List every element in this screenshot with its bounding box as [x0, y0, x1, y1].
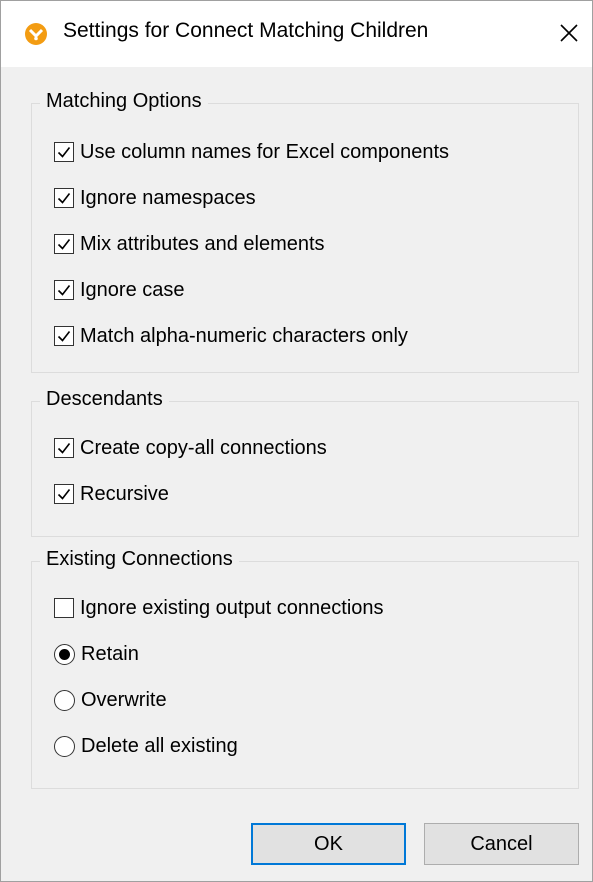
match-alphanumeric-option[interactable]: Match alpha-numeric characters only [54, 322, 408, 350]
close-button[interactable] [549, 9, 589, 57]
ignore-output-connections-checkbox[interactable] [54, 598, 74, 618]
existing-connections-legend: Existing Connections [40, 548, 239, 571]
existing-connections-group: Existing Connections Ignore existing out… [31, 548, 579, 789]
mix-attributes-label: Mix attributes and elements [80, 232, 325, 255]
checkmark-icon [57, 489, 71, 500]
matching-options-legend: Matching Options [40, 90, 208, 113]
ignore-output-connections-label: Ignore existing output connections [80, 596, 384, 619]
delete-all-existing-option[interactable]: Delete all existing [54, 732, 238, 760]
retain-radio[interactable] [54, 643, 75, 665]
checkmark-icon [57, 193, 71, 204]
recursive-label: Recursive [80, 482, 169, 505]
overwrite-label: Overwrite [81, 688, 167, 711]
ignore-case-label: Ignore case [80, 278, 185, 301]
window-title: Settings for Connect Matching Children [63, 19, 429, 42]
ignore-namespaces-checkbox[interactable] [54, 188, 74, 208]
recursive-option[interactable]: Recursive [54, 480, 169, 508]
retain-option[interactable]: Retain [54, 640, 139, 668]
checkmark-icon [57, 147, 71, 158]
close-icon [560, 24, 578, 42]
retain-label: Retain [81, 642, 139, 665]
match-alphanumeric-checkbox[interactable] [54, 326, 74, 346]
delete-all-existing-radio[interactable] [54, 735, 75, 757]
descendants-group: Descendants Create copy-all connections … [31, 388, 579, 537]
mapforce-logo-icon [25, 23, 47, 45]
ignore-case-checkbox[interactable] [54, 280, 74, 300]
use-column-names-checkbox[interactable] [54, 142, 74, 162]
ignore-output-connections-option[interactable]: Ignore existing output connections [54, 594, 384, 622]
ok-button[interactable]: OK [251, 823, 406, 865]
overwrite-option[interactable]: Overwrite [54, 686, 167, 714]
match-alphanumeric-label: Match alpha-numeric characters only [80, 324, 408, 347]
matching-options-group: Matching Options Use column names for Ex… [31, 90, 579, 373]
checkmark-icon [57, 285, 71, 296]
ignore-case-option[interactable]: Ignore case [54, 276, 185, 304]
use-column-names-label: Use column names for Excel components [80, 140, 450, 163]
mix-attributes-option[interactable]: Mix attributes and elements [54, 230, 325, 258]
ignore-namespaces-option[interactable]: Ignore namespaces [54, 184, 256, 212]
mix-attributes-checkbox[interactable] [54, 234, 74, 254]
title-bar: Settings for Connect Matching Children [1, 1, 592, 67]
create-copy-all-label: Create copy-all connections [80, 436, 327, 459]
overwrite-radio[interactable] [54, 689, 75, 711]
checkmark-icon [57, 331, 71, 342]
cancel-button[interactable]: Cancel [424, 823, 579, 865]
radio-selected-dot [59, 648, 70, 660]
checkmark-icon [57, 239, 71, 250]
checkmark-icon [57, 443, 71, 454]
delete-all-existing-label: Delete all existing [81, 734, 238, 757]
create-copy-all-checkbox[interactable] [54, 438, 74, 458]
descendants-legend: Descendants [40, 388, 169, 411]
recursive-checkbox[interactable] [54, 484, 74, 504]
create-copy-all-option[interactable]: Create copy-all connections [54, 434, 327, 462]
settings-dialog: Settings for Connect Matching Children M… [0, 0, 593, 882]
use-column-names-option[interactable]: Use column names for Excel components [54, 138, 449, 166]
ignore-namespaces-label: Ignore namespaces [80, 186, 256, 209]
